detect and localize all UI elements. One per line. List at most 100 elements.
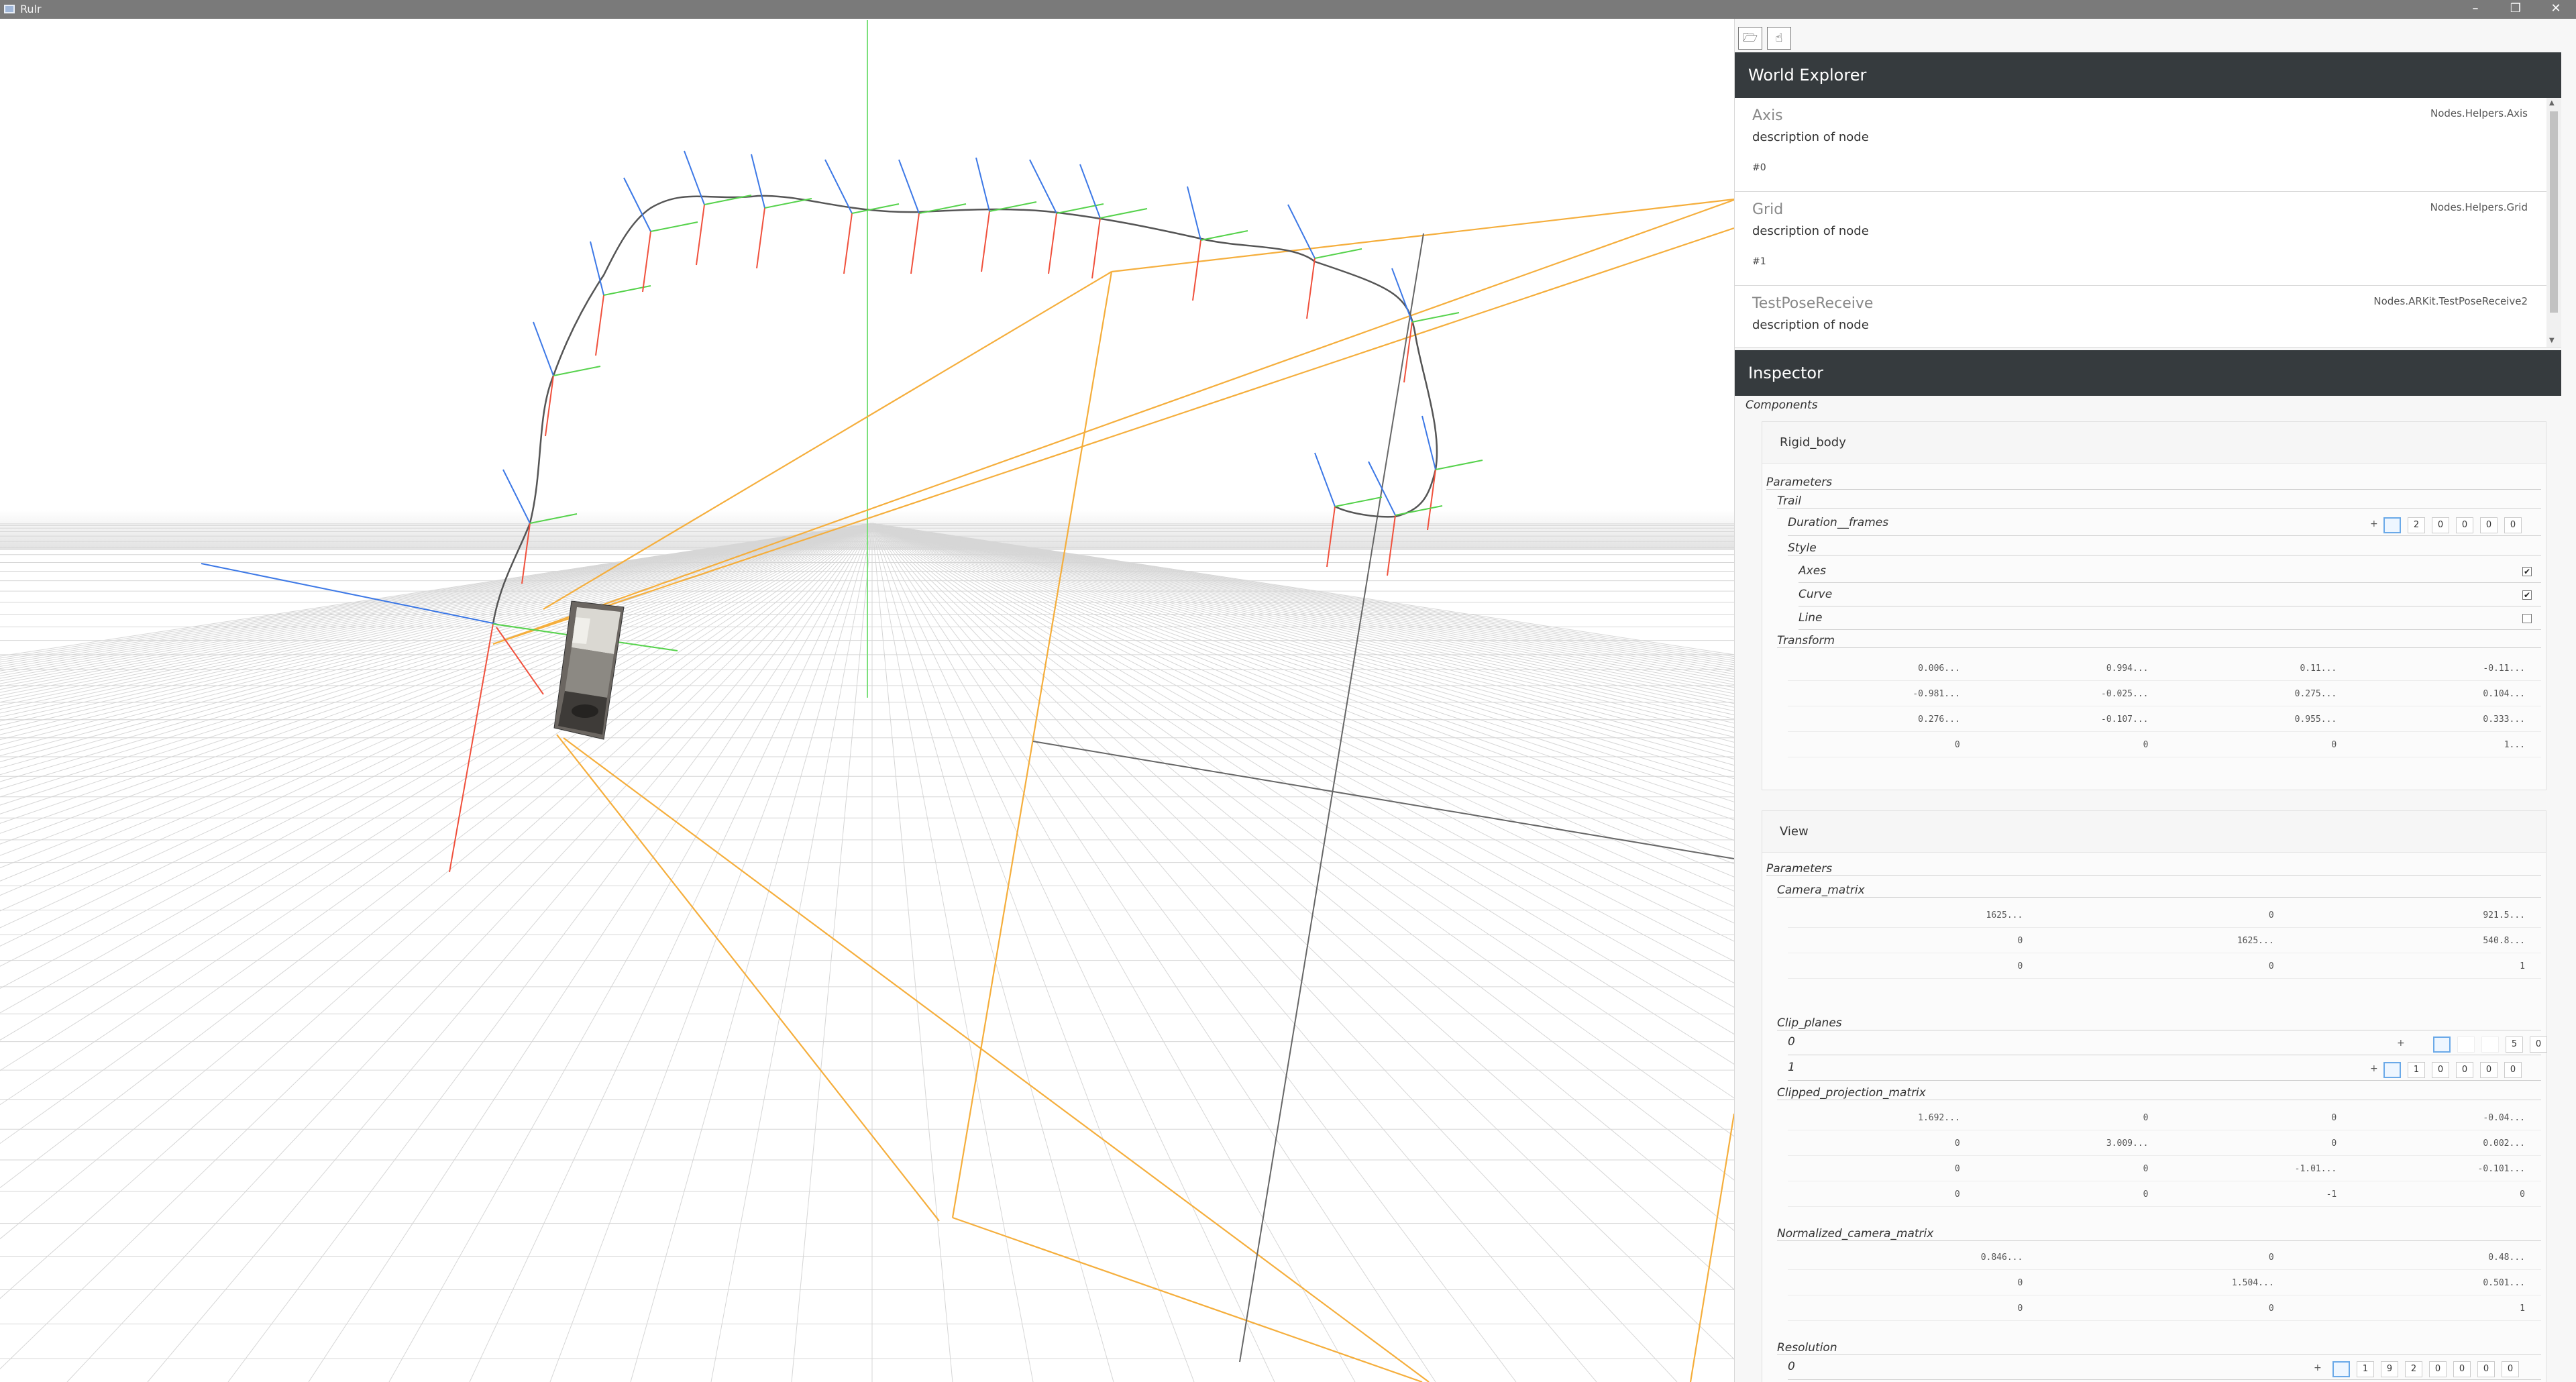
digit-box[interactable] xyxy=(2481,1036,2499,1053)
matrix-cell[interactable]: 0.006... xyxy=(1788,663,1960,674)
matrix-cell[interactable]: -0.101... xyxy=(2353,1164,2525,1174)
matrix-cell[interactable]: 0.994... xyxy=(1976,663,2149,674)
digit-box[interactable]: 0 xyxy=(2480,1062,2498,1078)
digit-box[interactable] xyxy=(2332,1361,2350,1377)
matrix-cell[interactable]: 0 xyxy=(1788,1304,2023,1314)
matrix-cell[interactable]: 0.846... xyxy=(1788,1253,2023,1263)
matrix-row: 0 3.009... 0 0.002... xyxy=(1788,1132,2541,1156)
digit-box[interactable]: 0 xyxy=(2456,1062,2473,1078)
style-curve-checkbox[interactable]: ✔ xyxy=(2522,590,2532,600)
matrix-cell[interactable]: 1.504... xyxy=(2039,1278,2274,1288)
digit-box[interactable]: 0 xyxy=(2429,1361,2447,1377)
matrix-cell[interactable]: 0.48... xyxy=(2290,1253,2525,1263)
matrix-cell[interactable]: 0 xyxy=(1976,1113,2149,1123)
matrix-cell[interactable]: 0 xyxy=(1788,961,2023,971)
hand-icon[interactable]: ☝ xyxy=(1767,27,1791,50)
matrix-cell[interactable]: 0 xyxy=(1788,1189,1960,1200)
matrix-cell[interactable]: 0 xyxy=(1788,1138,1960,1149)
scrollbar-thumb[interactable] xyxy=(2550,111,2558,313)
camera-matrix-label: Camera_matrix xyxy=(1777,884,2541,898)
matrix-cell[interactable]: 0 xyxy=(2353,1189,2525,1200)
digit-box[interactable] xyxy=(2457,1036,2475,1053)
matrix-cell[interactable]: -0.11... xyxy=(2353,663,2525,674)
digit-box[interactable] xyxy=(2383,517,2401,533)
digit-box[interactable]: 2 xyxy=(2408,517,2425,533)
matrix-cell[interactable]: 0.501... xyxy=(2290,1278,2525,1288)
folder-open-icon[interactable]: 🗁 xyxy=(1738,27,1762,50)
matrix-cell[interactable]: -1 xyxy=(2165,1189,2337,1200)
matrix-cell[interactable]: 0 xyxy=(1788,1164,1960,1174)
digit-box[interactable]: 0 xyxy=(2480,517,2498,533)
digit-box[interactable] xyxy=(2433,1036,2451,1053)
digit-box[interactable]: 0 xyxy=(2477,1361,2495,1377)
matrix-cell[interactable]: 0 xyxy=(1976,1189,2149,1200)
matrix-cell[interactable]: 0 xyxy=(1788,1278,2023,1288)
minimize-button[interactable]: – xyxy=(2455,0,2496,19)
matrix-cell[interactable]: 0.333... xyxy=(2353,714,2525,725)
node-item-test-pose-receive[interactable]: TestPoseReceive description of node Node… xyxy=(1735,286,2546,347)
digit-box[interactable]: 0 xyxy=(2432,517,2449,533)
close-button[interactable]: ✕ xyxy=(2536,0,2576,19)
digit-box[interactable]: 0 xyxy=(2456,517,2473,533)
rigid-body-title[interactable]: Rigid_body xyxy=(1762,422,2546,464)
matrix-cell[interactable]: -0.025... xyxy=(1976,689,2148,699)
matrix-cell[interactable]: 0.002... xyxy=(2353,1138,2525,1149)
digit-box[interactable]: 0 xyxy=(2530,1036,2547,1053)
matrix-cell[interactable]: 1625... xyxy=(1788,910,2023,920)
scroll-down-icon[interactable]: ▼ xyxy=(2549,337,2555,344)
matrix-cell[interactable]: 1 xyxy=(2290,1304,2525,1314)
matrix-cell[interactable]: -0.04... xyxy=(2353,1113,2525,1123)
3d-viewport[interactable] xyxy=(0,19,1734,1382)
camera-ray-lines xyxy=(1032,233,1734,1363)
digit-box[interactable]: 1 xyxy=(2357,1361,2374,1377)
matrix-cell[interactable]: 0.276... xyxy=(1788,714,1960,725)
matrix-cell[interactable]: 0.275... xyxy=(2165,689,2337,699)
matrix-cell[interactable]: 0.104... xyxy=(2353,689,2525,699)
matrix-cell[interactable]: 0 xyxy=(2039,1304,2274,1314)
digit-box[interactable]: 1 xyxy=(2408,1062,2425,1078)
maximize-button[interactable]: ❐ xyxy=(2496,0,2536,19)
matrix-cell[interactable]: 0 xyxy=(1976,740,2149,750)
style-line-checkbox[interactable] xyxy=(2522,614,2532,623)
trail-axis-line xyxy=(764,198,812,209)
trail-axis-line xyxy=(1306,258,1316,319)
node-item-grid[interactable]: Grid description of node #1 Nodes.Helper… xyxy=(1735,192,2546,286)
matrix-cell[interactable]: 1... xyxy=(2353,740,2525,750)
explorer-scrollbar[interactable]: ▲ ▼ xyxy=(2546,98,2561,347)
matrix-cell[interactable]: 921.5... xyxy=(2290,910,2525,920)
digit-box[interactable]: 9 xyxy=(2381,1361,2398,1377)
digit-box[interactable]: 0 xyxy=(2504,1062,2522,1078)
digit-box[interactable]: 2 xyxy=(2405,1361,2422,1377)
digit-box[interactable]: 0 xyxy=(2453,1361,2471,1377)
matrix-cell[interactable]: 0 xyxy=(1976,1164,2149,1174)
digit-box[interactable]: 0 xyxy=(2432,1062,2449,1078)
matrix-cell[interactable]: 1625... xyxy=(2039,936,2274,946)
style-axes-checkbox[interactable]: ✔ xyxy=(2522,567,2532,576)
digit-box[interactable]: 0 xyxy=(2504,517,2522,533)
matrix-cell[interactable]: 0 xyxy=(2165,1113,2337,1123)
node-item-axis[interactable]: Axis description of node #0 Nodes.Helper… xyxy=(1735,98,2546,192)
digit-box[interactable] xyxy=(2383,1062,2401,1078)
matrix-cell[interactable]: -0.981... xyxy=(1788,689,1960,699)
matrix-cell[interactable]: 0 xyxy=(1788,936,2023,946)
matrix-cell[interactable]: 0 xyxy=(2165,1138,2337,1149)
scroll-up-icon[interactable]: ▲ xyxy=(2549,99,2555,107)
matrix-cell[interactable]: 0.955... xyxy=(2165,714,2337,725)
matrix-cell[interactable]: 0 xyxy=(2165,740,2337,750)
matrix-cell[interactable]: -0.107... xyxy=(1976,714,2148,725)
matrix-row: 0 0 0 1... xyxy=(1788,733,2541,757)
matrix-cell[interactable]: 0 xyxy=(2039,961,2274,971)
matrix-cell[interactable]: 0 xyxy=(2039,910,2274,920)
digit-box[interactable]: 5 xyxy=(2506,1036,2523,1053)
matrix-cell[interactable]: -1.01... xyxy=(2165,1164,2337,1174)
view-title[interactable]: View xyxy=(1762,811,2546,853)
matrix-cell[interactable]: 3.009... xyxy=(1976,1138,2149,1149)
matrix-cell[interactable]: 1 xyxy=(2290,961,2525,971)
matrix-cell[interactable]: 0 xyxy=(2039,1253,2274,1263)
matrix-cell[interactable]: 0 xyxy=(1788,740,1960,750)
trail-axis-line xyxy=(1029,159,1057,214)
matrix-cell[interactable]: 1.692... xyxy=(1788,1113,1960,1123)
matrix-cell[interactable]: 540.8... xyxy=(2290,936,2525,946)
matrix-cell[interactable]: 0.11... xyxy=(2165,663,2337,674)
digit-box[interactable]: 0 xyxy=(2502,1361,2519,1377)
